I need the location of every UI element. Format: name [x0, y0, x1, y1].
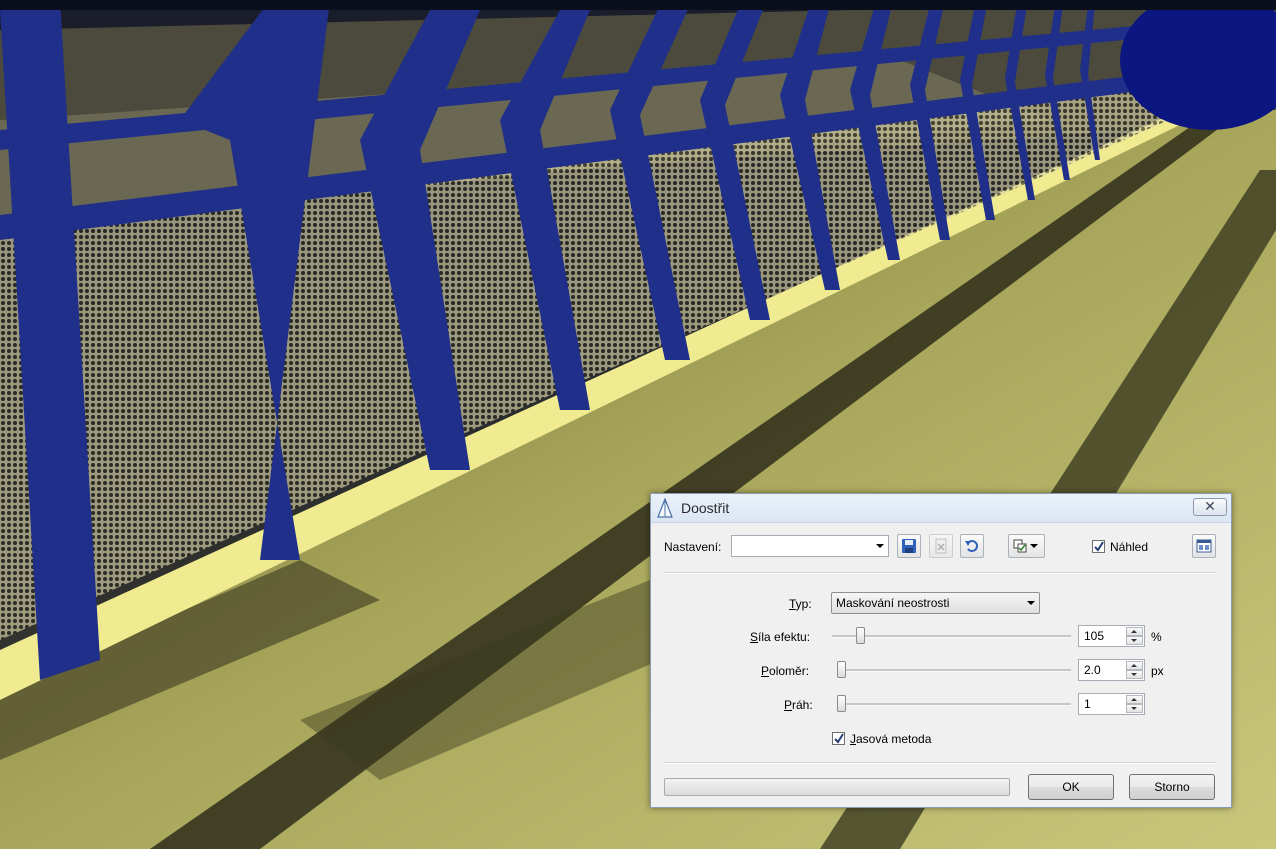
spin-up-arrow-icon[interactable] — [1126, 627, 1143, 636]
dialog-title: Doostřit — [681, 500, 730, 516]
chevron-down-icon — [876, 544, 884, 548]
radius-slider[interactable] — [837, 660, 1071, 680]
preset-combo[interactable] — [731, 535, 889, 557]
type-value: Maskování neostrosti — [836, 596, 950, 610]
separator — [664, 572, 1216, 574]
strength-slider[interactable] — [832, 626, 1071, 646]
cancel-button[interactable]: Storno — [1129, 774, 1215, 800]
progress-bar — [664, 778, 1010, 796]
strength-spinbox[interactable]: 105 — [1078, 625, 1145, 647]
save-preset-icon — [902, 539, 916, 553]
save-preset-button[interactable] — [897, 534, 921, 558]
radius-unit: px — [1151, 664, 1164, 678]
slider-track — [832, 635, 1071, 638]
strength-label: Síla efektu: — [750, 630, 811, 644]
threshold-label: Práh: — [784, 698, 813, 712]
checkmark-icon — [1094, 541, 1104, 552]
slider-track — [837, 703, 1071, 706]
split-view-button[interactable] — [1192, 534, 1216, 558]
reset-icon — [965, 540, 978, 552]
reset-button[interactable] — [960, 534, 984, 558]
spin-down-arrow-icon[interactable] — [1126, 670, 1143, 679]
split-view-icon — [1196, 539, 1212, 553]
ok-button[interactable]: OK — [1028, 774, 1114, 800]
spin-up-arrow-icon[interactable] — [1126, 661, 1143, 670]
spin-up-arrow-icon[interactable] — [1126, 695, 1143, 704]
sharpen-triangle-icon — [657, 498, 673, 518]
preview-checkbox[interactable] — [1092, 540, 1105, 553]
radius-label: Poloměr: — [761, 664, 810, 678]
luminance-label: Jasová metoda — [850, 732, 932, 746]
options-dropdown-button[interactable] — [1008, 534, 1045, 558]
threshold-slider[interactable] — [837, 694, 1071, 714]
sharpen-dialog: Doostřit ✕ Nastavení: Náhled Typ: Maskov… — [650, 493, 1232, 808]
checkmark-icon — [834, 733, 844, 744]
threshold-spinbox[interactable]: 1 — [1078, 693, 1145, 715]
strength-value[interactable]: 105 — [1084, 629, 1104, 643]
chevron-down-icon — [1027, 601, 1035, 605]
close-button[interactable]: ✕ — [1193, 498, 1227, 516]
strength-unit: % — [1151, 630, 1162, 644]
radius-value[interactable]: 2.0 — [1084, 663, 1101, 677]
type-select[interactable]: Maskování neostrosti — [831, 592, 1040, 614]
delete-preset-icon — [935, 538, 947, 554]
separator — [664, 762, 1216, 764]
options-dropdown-icon — [1013, 539, 1038, 553]
radius-spinbox[interactable]: 2.0 — [1078, 659, 1145, 681]
settings-label: Nastavení: — [664, 540, 722, 554]
preview-label: Náhled — [1110, 540, 1149, 554]
slider-track — [837, 669, 1071, 672]
delete-preset-button[interactable] — [929, 534, 953, 558]
dialog-titlebar[interactable]: Doostřit ✕ — [651, 494, 1231, 523]
close-icon: ✕ — [1204, 498, 1216, 514]
threshold-value[interactable]: 1 — [1084, 697, 1091, 711]
luminance-checkbox[interactable] — [832, 732, 845, 745]
slider-thumb[interactable] — [856, 627, 866, 644]
spin-down-arrow-icon[interactable] — [1126, 636, 1143, 645]
spin-down-arrow-icon[interactable] — [1126, 704, 1143, 713]
slider-thumb[interactable] — [837, 695, 846, 712]
type-label: Typ: — [789, 597, 812, 611]
slider-thumb[interactable] — [837, 661, 846, 678]
